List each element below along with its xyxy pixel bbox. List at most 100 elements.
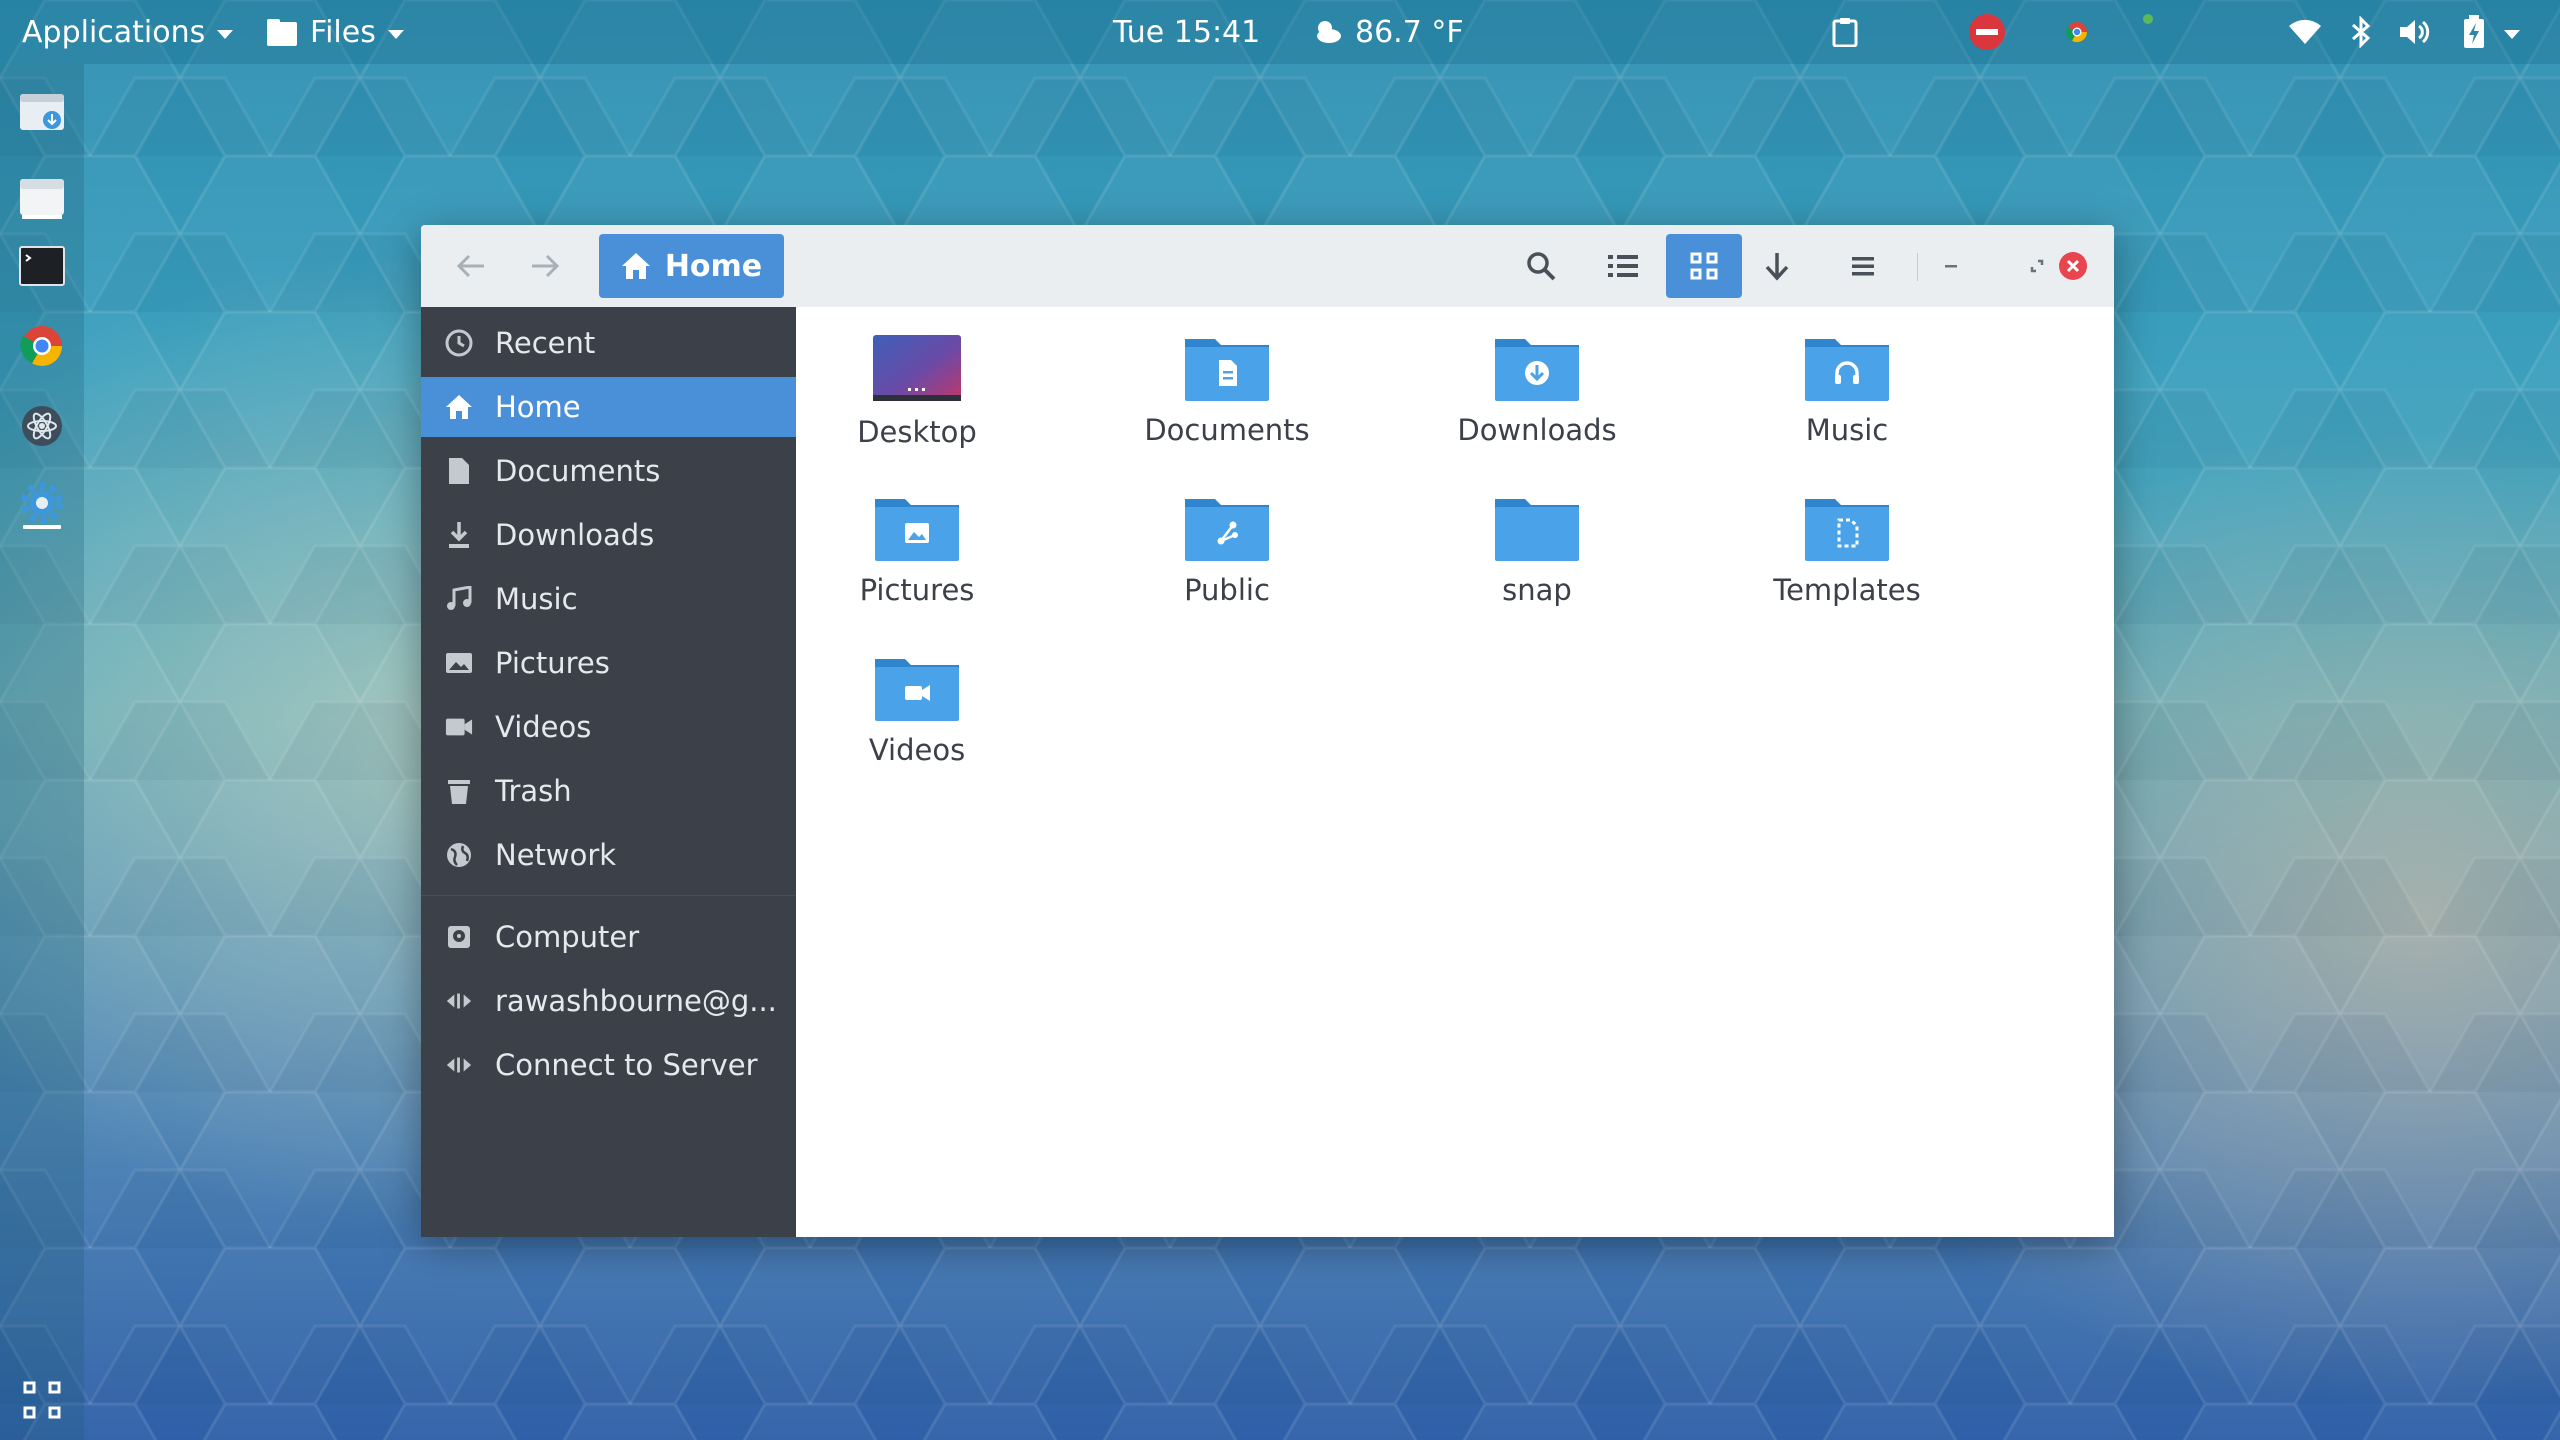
file-name: Downloads xyxy=(1457,413,1617,447)
sidebar-separator xyxy=(421,895,796,896)
server-icon xyxy=(445,1051,473,1079)
music-folder-icon xyxy=(1805,339,1889,401)
sidebar-item-label: Music xyxy=(495,582,578,616)
clock-icon xyxy=(445,329,473,357)
file-item-videos[interactable]: Videos xyxy=(797,653,1037,803)
minimize-icon xyxy=(1945,265,1957,268)
file-item-music[interactable]: Music xyxy=(1727,333,1967,483)
do-not-disturb-icon xyxy=(1969,14,2005,50)
file-item-public[interactable]: Public xyxy=(1107,493,1347,643)
do-not-disturb-indicator[interactable] xyxy=(1968,0,2006,64)
file-name: Public xyxy=(1184,573,1270,607)
applications-menu[interactable]: Applications xyxy=(22,0,234,64)
search-icon xyxy=(1527,252,1556,281)
close-button[interactable] xyxy=(2051,234,2095,298)
dock-item-settings[interactable] xyxy=(16,480,68,532)
top-panel: Applications Files Tue 15:41 86.7 °F xyxy=(0,0,2560,64)
clock-label: Tue 15:41 xyxy=(1113,14,1261,50)
dock-item-downloader[interactable] xyxy=(16,86,68,138)
downloader-icon xyxy=(20,94,64,130)
sidebar-item-recent[interactable]: Recent xyxy=(421,313,796,373)
dock-item-atom[interactable] xyxy=(16,400,68,452)
terminal-icon xyxy=(19,246,65,286)
file-item-documents[interactable]: Documents xyxy=(1107,333,1347,483)
file-item-pictures[interactable]: Pictures xyxy=(797,493,1037,643)
sidebar-item-network[interactable]: Network xyxy=(421,825,796,885)
file-item-desktop[interactable]: Desktop xyxy=(797,333,1037,483)
weather-cloud-icon xyxy=(1317,21,1341,43)
file-manager-window: Home Recent Home Documents Downloads Mus… xyxy=(421,225,2114,1237)
file-item-templates[interactable]: Templates xyxy=(1727,493,1967,643)
sort-button[interactable] xyxy=(1749,234,1805,298)
computer-icon xyxy=(445,923,473,951)
arrow-left-icon xyxy=(456,254,484,278)
list-view-button[interactable] xyxy=(1588,234,1658,298)
show-applications-button[interactable] xyxy=(16,1374,68,1426)
desktop-folder-icon xyxy=(873,335,961,401)
sidebar-item-trash[interactable]: Trash xyxy=(421,761,796,821)
sidebar-item-label: Connect to Server xyxy=(495,1048,758,1082)
sidebar-item-remote-account[interactable]: rawashbourne@g... xyxy=(421,971,796,1031)
clipboard-icon xyxy=(1832,18,1858,47)
battery-indicator[interactable] xyxy=(2462,0,2486,64)
sidebar-item-label: Videos xyxy=(495,710,592,744)
sidebar-item-label: rawashbourne@g... xyxy=(495,984,777,1018)
system-menu[interactable] xyxy=(2504,0,2520,64)
tray-dot-indicator[interactable] xyxy=(2142,0,2154,64)
chrome-tray-indicator[interactable] xyxy=(2066,0,2088,64)
grid-view-button[interactable] xyxy=(1666,234,1742,298)
sidebar-item-downloads[interactable]: Downloads xyxy=(421,505,796,565)
weather-indicator[interactable]: 86.7 °F xyxy=(1313,0,1464,64)
file-name: Documents xyxy=(1144,413,1310,447)
sidebar-item-pictures[interactable]: Pictures xyxy=(421,633,796,693)
wifi-icon xyxy=(2289,19,2321,44)
places-sidebar: Recent Home Documents Downloads Music Pi… xyxy=(421,307,796,1237)
file-view: Desktop Documents Downloads Music Pictur… xyxy=(797,307,2114,1237)
arrow-down-icon xyxy=(1765,253,1789,281)
chevron-down-icon xyxy=(387,29,404,39)
templates-folder-icon xyxy=(1805,499,1889,561)
folder-icon xyxy=(1495,499,1579,561)
file-name: Videos xyxy=(868,733,966,767)
files-icon xyxy=(267,19,297,46)
list-view-icon xyxy=(1608,255,1638,277)
clock[interactable]: Tue 15:41 xyxy=(1113,0,1260,64)
files-app-menu[interactable]: Files xyxy=(266,0,404,64)
dock-item-files[interactable] xyxy=(16,172,68,224)
file-name: Music xyxy=(1805,413,1889,447)
sidebar-item-label: Home xyxy=(495,390,581,424)
grid-view-icon xyxy=(1690,252,1718,280)
volume-indicator[interactable] xyxy=(2398,0,2432,64)
sidebar-item-label: Network xyxy=(495,838,617,872)
wifi-indicator[interactable] xyxy=(2288,0,2322,64)
forward-button[interactable] xyxy=(517,234,573,298)
app-grid-icon xyxy=(23,1381,61,1419)
file-name: Pictures xyxy=(859,573,975,607)
sidebar-item-videos[interactable]: Videos xyxy=(421,697,796,757)
dock-item-terminal[interactable] xyxy=(16,240,68,292)
search-button[interactable] xyxy=(1513,234,1569,298)
path-bar-home-button[interactable]: Home xyxy=(599,234,784,298)
sidebar-item-documents[interactable]: Documents xyxy=(421,441,796,501)
downloads-folder-icon xyxy=(1495,339,1579,401)
file-item-snap[interactable]: snap xyxy=(1417,493,1657,643)
file-item-downloads[interactable]: Downloads xyxy=(1417,333,1657,483)
bluetooth-indicator[interactable] xyxy=(2350,0,2372,64)
sidebar-item-computer[interactable]: Computer xyxy=(421,907,796,967)
sidebar-item-label: Documents xyxy=(495,454,661,488)
chrome-icon xyxy=(20,326,62,366)
applications-label: Applications xyxy=(22,14,206,50)
home-icon xyxy=(621,253,650,279)
menu-button[interactable] xyxy=(1835,234,1891,298)
sidebar-item-music[interactable]: Music xyxy=(421,569,796,629)
weather-label: 86.7 °F xyxy=(1355,14,1464,50)
sidebar-item-home[interactable]: Home xyxy=(421,377,796,437)
bluetooth-icon xyxy=(2352,16,2371,48)
minimize-button[interactable] xyxy=(1929,234,1973,298)
clipboard-indicator[interactable] xyxy=(1832,0,1858,64)
sidebar-item-connect-to-server[interactable]: Connect to Server xyxy=(421,1035,796,1095)
dock-item-chrome[interactable] xyxy=(16,320,68,372)
file-name: snap xyxy=(1502,573,1572,607)
back-button[interactable] xyxy=(443,234,499,298)
chevron-down-icon xyxy=(217,29,234,39)
